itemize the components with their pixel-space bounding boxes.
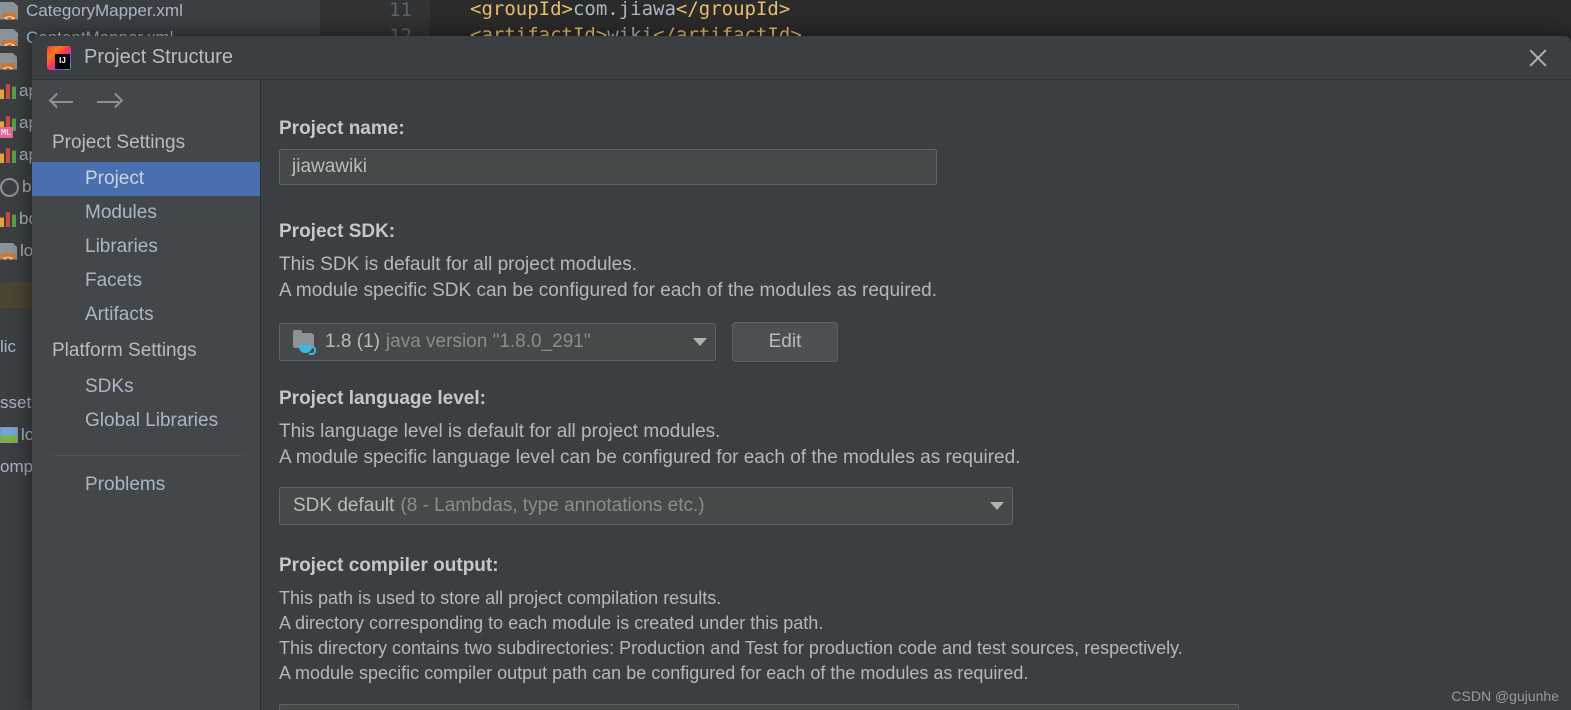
language-level-desc-1: This language level is default for all p… xyxy=(279,421,721,442)
chevron-down-icon xyxy=(693,338,707,346)
strip-item-label: bo xyxy=(19,209,32,228)
language-level-desc-2: A module specific language level can be … xyxy=(279,447,1021,468)
project-sdk-desc-2: A module specific SDK can be configured … xyxy=(279,280,937,301)
strip-item[interactable]: lic xyxy=(0,336,16,358)
sidebar-item-libraries[interactable]: Libraries xyxy=(32,230,260,264)
project-name-value: jiawawiki xyxy=(292,156,367,177)
strip-item-label: ap xyxy=(19,145,32,164)
compiler-output-desc-1: This path is used to store all project c… xyxy=(279,588,722,608)
intellij-idea-icon xyxy=(47,45,71,70)
highlighted-row xyxy=(0,282,32,308)
sidebar-group-project-settings: Project Settings xyxy=(52,132,186,153)
strip-item[interactable]: ap xyxy=(0,144,32,166)
line-number: 11 xyxy=(389,0,412,21)
strip-item-label: ap xyxy=(19,81,32,100)
sidebar-nav-bar xyxy=(32,80,260,124)
sidebar-item-problems[interactable]: Problems xyxy=(32,468,260,502)
strip-item[interactable]: <> xyxy=(0,50,17,72)
strip-item-label: sset xyxy=(0,393,32,412)
project-sdk-dropdown[interactable]: 1.8 (1) java version "1.8.0_291" xyxy=(279,323,716,361)
sidebar-item-modules[interactable]: Modules xyxy=(32,196,260,230)
strip-item[interactable]: ba xyxy=(0,176,32,198)
strip-item-label: omp xyxy=(0,457,32,476)
chevron-down-icon xyxy=(990,502,1004,510)
dialog-body: Project Settings Project Modules Librari… xyxy=(32,80,1571,710)
xml-file-icon: <> xyxy=(0,1,20,20)
sidebar-divider xyxy=(54,455,242,456)
dialog-title: Project Structure xyxy=(84,46,233,68)
edit-sdk-button[interactable]: Edit xyxy=(732,322,838,362)
strip-item-label: lo xyxy=(21,425,32,444)
compiler-output-desc-3: This directory contains two subdirectori… xyxy=(279,638,1183,658)
bar-chart-icon: ML xyxy=(0,115,16,138)
sidebar-item-facets[interactable]: Facets xyxy=(32,264,260,298)
forward-arrow-icon[interactable] xyxy=(94,91,124,113)
language-level-detail: (8 - Lambdas, type annotations etc.) xyxy=(400,495,705,516)
java-sdk-folder-icon xyxy=(293,330,317,355)
settings-sidebar: Project Settings Project Modules Librari… xyxy=(32,80,261,710)
bar-chart-icon xyxy=(0,83,16,99)
xml-close-tag: </groupId> xyxy=(675,0,791,20)
strip-item-label: ba xyxy=(22,177,32,196)
close-icon[interactable] xyxy=(1525,45,1551,71)
sidebar-item-project[interactable]: Project xyxy=(32,162,260,196)
compiler-output-label: Project compiler output: xyxy=(279,555,499,576)
compiler-output-desc-4: A module specific compiler output path c… xyxy=(279,663,1029,683)
project-sdk-desc-1: This SDK is default for all project modu… xyxy=(279,254,637,275)
xml-file-icon: <> xyxy=(0,52,17,70)
strip-item[interactable]: sset xyxy=(0,392,31,414)
xml-file-icon: <> xyxy=(0,242,17,260)
image-file-icon xyxy=(0,427,18,443)
language-level-value: SDK default xyxy=(293,495,395,516)
strip-item[interactable]: ML ap xyxy=(0,112,32,138)
project-settings-panel: Project name: jiawawiki Project SDK: Thi… xyxy=(261,80,1571,710)
language-level-dropdown[interactable]: SDK default (8 - Lambdas, type annotatio… xyxy=(279,487,1013,525)
strip-item[interactable]: lo xyxy=(0,424,32,446)
xml-file-icon: <> xyxy=(0,28,20,47)
project-name-input[interactable]: jiawawiki xyxy=(279,149,937,185)
strip-item-label: ap xyxy=(19,113,32,132)
gear-icon xyxy=(0,177,19,197)
left-tree-strip: <> ap ML ap ap ba bo <> xyxy=(0,46,32,710)
project-sdk-value: 1.8 (1) xyxy=(325,331,380,352)
dialog-titlebar: Project Structure xyxy=(32,36,1571,80)
sidebar-group-platform-settings: Platform Settings xyxy=(52,340,197,361)
xml-open-tag: <groupId> xyxy=(470,0,573,20)
strip-item[interactable]: bo xyxy=(0,208,32,230)
project-structure-dialog: Project Structure Project Settings Proje… xyxy=(32,36,1571,710)
strip-item-label: lo xyxy=(20,241,32,260)
strip-item[interactable]: omp xyxy=(0,456,32,478)
code-line: <groupId>com.jiawa</groupId> xyxy=(470,0,790,20)
sidebar-item-artifacts[interactable]: Artifacts xyxy=(32,298,260,332)
compiler-output-desc-2: A directory corresponding to each module… xyxy=(279,613,824,633)
project-name-label: Project name: xyxy=(279,118,405,139)
back-arrow-icon[interactable] xyxy=(48,91,78,113)
bar-chart-icon xyxy=(0,147,16,163)
strip-item-label: lic xyxy=(0,337,17,356)
watermark: CSDN @gujunhe xyxy=(1451,688,1559,704)
strip-item[interactable]: ap xyxy=(0,80,32,102)
sidebar-item-global-libraries[interactable]: Global Libraries xyxy=(32,404,260,438)
tree-file-row[interactable]: <> CategoryMapper.xml xyxy=(0,0,183,22)
sidebar-item-sdks[interactable]: SDKs xyxy=(32,370,260,404)
strip-item[interactable]: <> lo xyxy=(0,240,32,262)
project-sdk-detail: java version "1.8.0_291" xyxy=(385,331,591,352)
language-level-label: Project language level: xyxy=(279,388,486,409)
bar-chart-icon xyxy=(0,211,16,227)
project-sdk-row: 1.8 (1) java version "1.8.0_291" Edit xyxy=(279,322,1571,362)
xml-value: com.jiawa xyxy=(572,0,676,20)
tree-file-label: CategoryMapper.xml xyxy=(26,0,183,20)
project-sdk-label: Project SDK: xyxy=(279,221,396,242)
screen: <> CategoryMapper.xml <> ContentMapper.x… xyxy=(0,0,1571,710)
compiler-output-input[interactable] xyxy=(279,704,1239,710)
